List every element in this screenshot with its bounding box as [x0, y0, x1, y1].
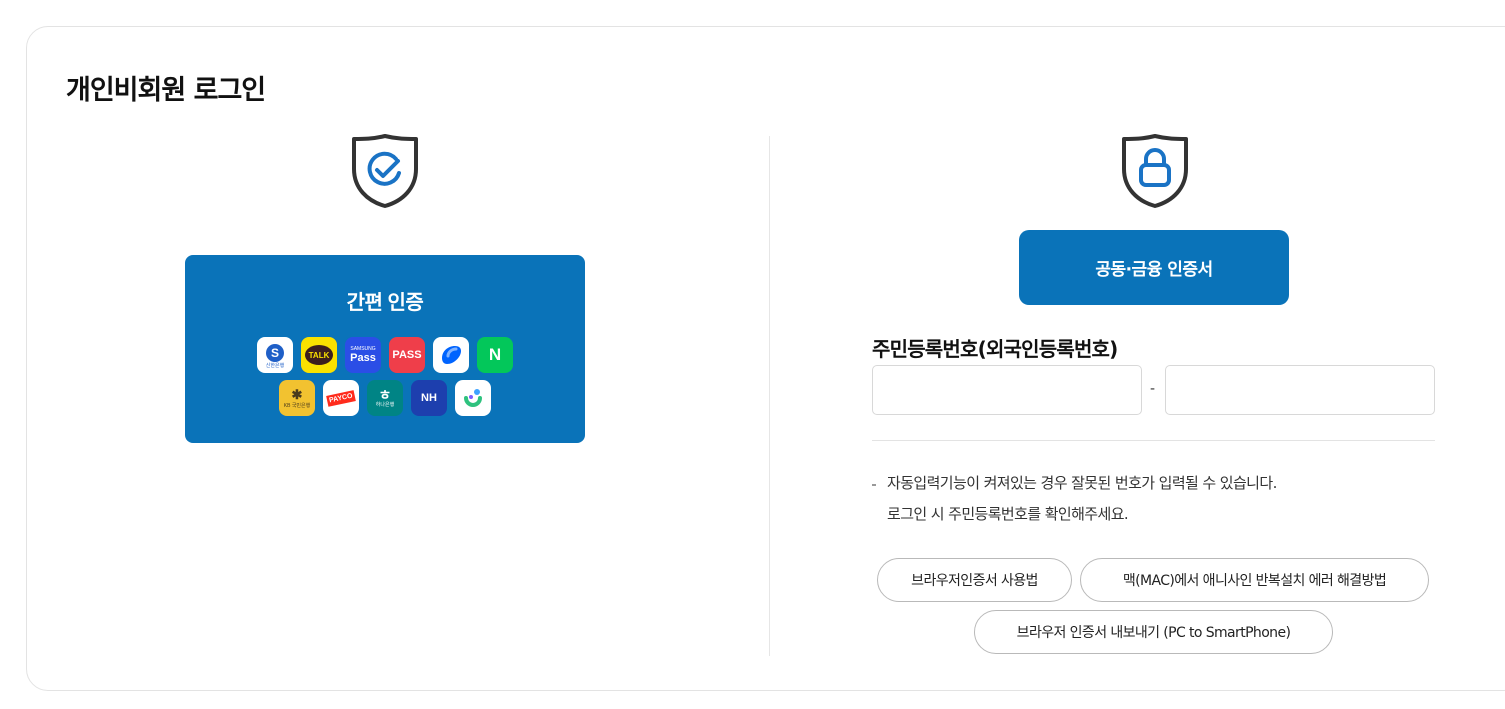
- pass-text: PASS: [392, 349, 422, 361]
- naver-icon: N: [477, 337, 513, 373]
- ssn-front-input[interactable]: [872, 365, 1142, 415]
- column-divider: [769, 136, 770, 656]
- naver-text: N: [488, 345, 502, 364]
- ssn-back-input[interactable]: [1165, 365, 1435, 415]
- hana-bank-text: 하나은행: [375, 402, 395, 408]
- kb-bank-icon: ✱ KB 국민은행: [279, 380, 315, 416]
- shield-check-icon: [352, 134, 418, 208]
- ssn-dash: -: [1150, 381, 1156, 397]
- easy-auth-button[interactable]: 간편 인증 S 신한은행 TALK SAMSUNG Pass PASS N ✱ …: [185, 255, 585, 443]
- kb-bank-text: KB 국민은행: [283, 403, 311, 409]
- nh-bank-icon: NH: [411, 380, 447, 416]
- section-divider: [872, 440, 1435, 441]
- pass-icon: PASS: [389, 337, 425, 373]
- joint-financial-certificate-button[interactable]: 공동·금융 인증서: [1019, 230, 1289, 305]
- shinhan-bank-text: 신한은행: [265, 363, 285, 369]
- svg-text:S: S: [271, 346, 279, 360]
- banksalad-icon: [455, 380, 491, 416]
- hana-symbol-icon: ㅎ: [378, 387, 392, 403]
- notice-bullet: [872, 484, 876, 486]
- easy-auth-label: 간편 인증: [346, 292, 424, 314]
- kb-star-icon: ✱: [291, 387, 303, 402]
- payco-text: PAYCO: [326, 389, 356, 407]
- shinhan-bank-icon: S 신한은행: [257, 337, 293, 373]
- hana-bank-icon: ㅎ 하나은행: [367, 380, 403, 416]
- kakaotalk-icon: TALK: [301, 337, 337, 373]
- browser-cert-export-button[interactable]: 브라우저 인증서 내보내기 (PC to SmartPhone): [974, 610, 1333, 654]
- ssn-label: 주민등록번호(외국인등록번호): [872, 337, 1118, 361]
- page-title: 개인비회원 로그인: [66, 75, 266, 106]
- kakaotalk-text: TALK: [305, 345, 333, 365]
- ssn-check-notice: 로그인 시 주민등록번호를 확인해주세요.: [887, 505, 1129, 523]
- samsung-pass-text: Pass: [350, 352, 376, 364]
- samsung-pass-icon: SAMSUNG Pass: [345, 337, 381, 373]
- browser-cert-guide-button[interactable]: 브라우저인증서 사용법: [877, 558, 1072, 602]
- shield-lock-icon: [1122, 134, 1188, 208]
- autofill-notice: 자동입력기능이 켜져있는 경우 잘못된 번호가 입력될 수 있습니다.: [887, 474, 1277, 492]
- nh-text: NH: [421, 392, 437, 404]
- mac-anysign-error-fix-button[interactable]: 맥(MAC)에서 애니사인 반복설치 에러 해결방법: [1080, 558, 1429, 602]
- toss-icon: [433, 337, 469, 373]
- payco-icon: PAYCO: [323, 380, 359, 416]
